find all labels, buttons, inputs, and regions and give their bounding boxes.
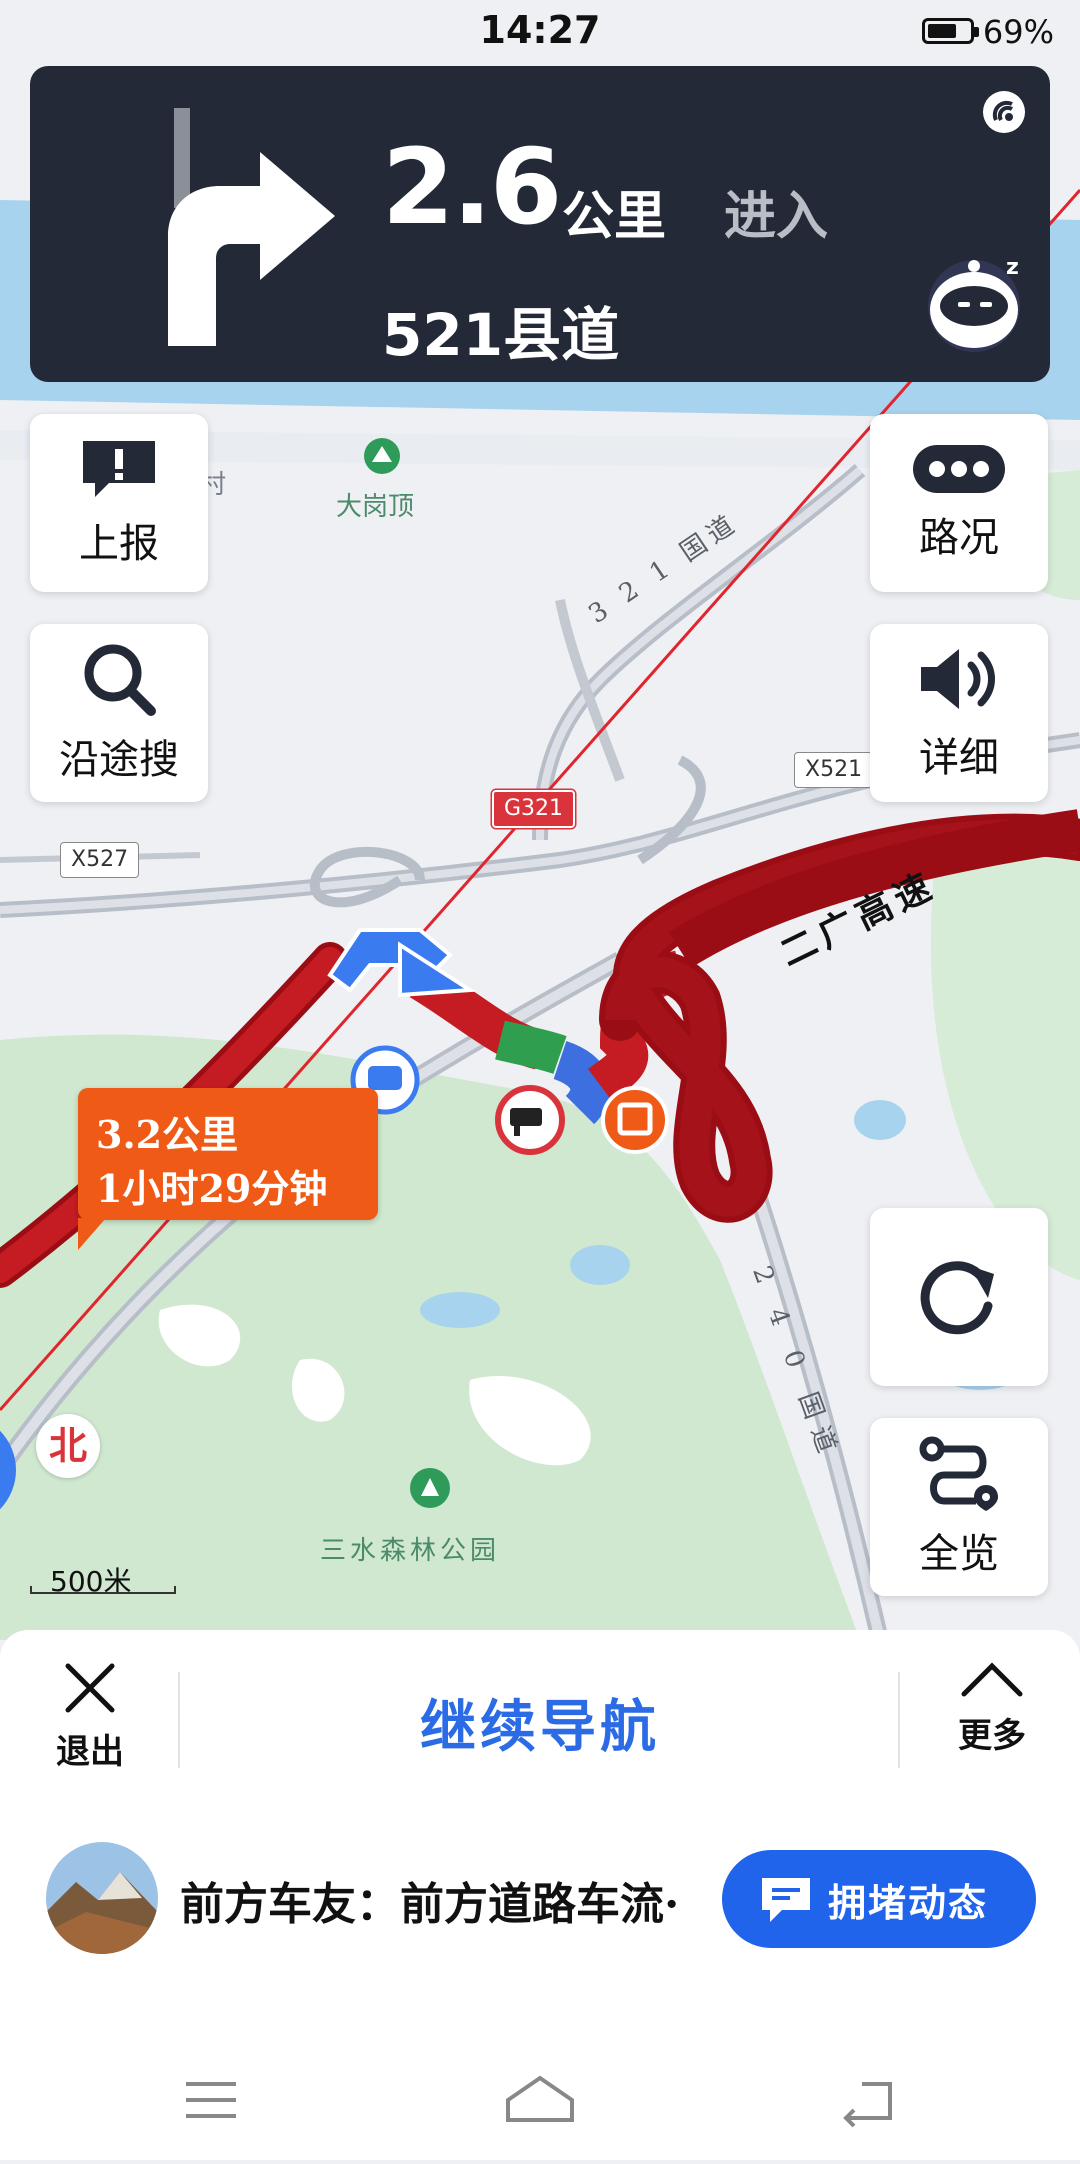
overview-label: 全览	[919, 1531, 999, 1577]
remaining-duration: 1小时29分钟	[96, 1166, 328, 1211]
compass-north[interactable]: 北	[36, 1414, 100, 1478]
scale-label: 500米	[50, 1565, 132, 1598]
turn-action: 进入	[724, 186, 829, 247]
message-icon	[762, 1878, 810, 1922]
home-icon[interactable]	[506, 2075, 574, 2122]
traffic-button[interactable]: 路况	[870, 414, 1048, 592]
remaining-distance: 3.2公里	[96, 1112, 239, 1157]
distance-unit: 公里	[562, 186, 667, 247]
detail-label: 详细	[919, 735, 999, 781]
congestion-updates-label: 拥堵动态	[828, 1879, 989, 1925]
route-remaining-tooltip[interactable]: 3.2公里 1小时29分钟	[78, 1088, 378, 1250]
status-time: 14:27	[479, 8, 601, 52]
speaker-icon	[921, 649, 995, 709]
search-icon	[84, 644, 156, 716]
search-along-button[interactable]: 沿途搜	[30, 624, 208, 802]
turn-distance: 2.6	[382, 126, 562, 248]
continue-navigation-button[interactable]: 继续导航	[180, 1682, 900, 1763]
poi-park-label: 三水森林公园	[320, 1536, 501, 1566]
more-button[interactable]: 更多	[942, 1660, 1042, 1757]
traffic-icon	[913, 445, 1005, 493]
poi-peak-label: 大岗顶	[336, 492, 415, 522]
system-navigation-bar	[0, 2060, 1080, 2160]
exit-label: 退出	[56, 1732, 124, 1772]
report-button[interactable]: 上报	[30, 414, 208, 592]
chevron-up-icon	[961, 1662, 1023, 1697]
battery-percent: 69%	[982, 13, 1054, 51]
status-bar: 14:27 69%	[0, 0, 1080, 62]
detail-sound-button[interactable]: 详细	[870, 624, 1048, 802]
next-road-name: 521县道	[382, 301, 620, 369]
search-along-label: 沿途搜	[59, 737, 179, 783]
refresh-icon	[920, 1261, 994, 1335]
report-label: 上报	[79, 521, 159, 567]
map-scale: 500米	[30, 1560, 176, 1598]
menu-icon[interactable]	[186, 2082, 236, 2118]
close-icon	[65, 1663, 115, 1713]
route-overview-icon	[919, 1436, 998, 1511]
traffic-label: 路况	[919, 515, 999, 561]
signal-icon[interactable]	[982, 90, 1026, 134]
assistant-robot-icon[interactable]: z	[922, 244, 1032, 354]
overview-button[interactable]: 全览	[870, 1418, 1048, 1596]
exit-button[interactable]: 退出	[44, 1660, 136, 1773]
back-icon[interactable]	[843, 2082, 892, 2128]
driver-message[interactable]: 前方车友：前方道路车流·	[180, 1868, 718, 1932]
x527-badge: X527	[60, 842, 140, 878]
g321-badge: G321	[492, 790, 576, 828]
turn-guidance-card[interactable]: 2.6 公里 进入 521县道 z	[30, 66, 1050, 382]
x521-badge: X521	[794, 752, 874, 788]
report-icon	[83, 441, 155, 497]
refresh-button[interactable]	[870, 1208, 1048, 1386]
congestion-updates-button[interactable]: 拥堵动态	[722, 1850, 1036, 1948]
more-label: 更多	[958, 1716, 1026, 1756]
turn-right-icon	[168, 108, 335, 346]
avatar[interactable]	[46, 1842, 158, 1954]
battery-icon	[922, 18, 979, 44]
svg-text:z: z	[1006, 255, 1019, 280]
